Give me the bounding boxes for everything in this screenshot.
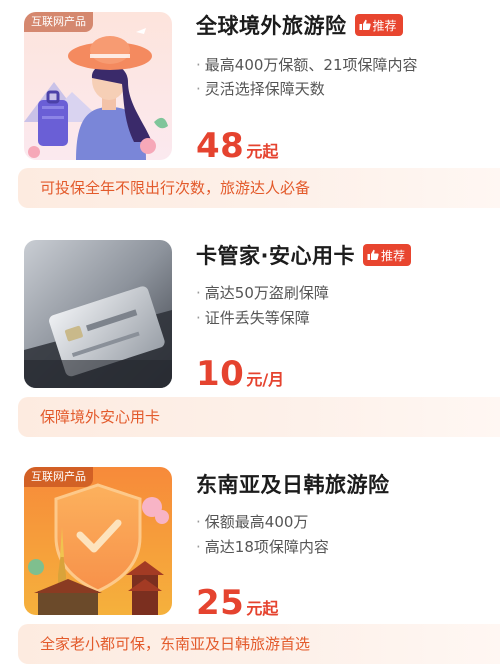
feature-text: 证件丢失等保障 [204,309,310,327]
shield-temple-illustration [24,467,172,615]
product-slogan: 全家老小都可保，东南亚及日韩旅游首选 [18,624,500,664]
product-title[interactable]: 东南亚及日韩旅游险 [196,469,390,499]
price-amount: 48 [196,126,245,166]
feature-text: 灵活选择保障天数 [204,80,325,98]
price-amount: 10 [196,354,245,394]
feature-text: 保额最高400万 [204,513,309,531]
feature-text: 高达18项保障内容 [204,538,329,556]
price-unit: 元起 [246,142,279,161]
badge-label: 推荐 [372,18,397,33]
product-slogan: 保障境外安心用卡 [18,397,500,437]
feature-item: · 高达18项保障内容 [196,535,329,559]
product-title[interactable]: 卡管家·安心用卡 [196,240,355,270]
feature-item: · 高达50万盗刷保障 [196,281,329,305]
feature-item: · 最高400万保额、21项保障内容 [196,53,418,77]
title-row: 全球境外旅游险 推荐 [196,10,403,40]
title-row: 东南亚及日韩旅游险 [196,469,390,499]
product-image-card-guard[interactable] [24,240,172,388]
thumbs-up-icon [367,249,379,260]
price: 25 元起 [196,583,278,623]
bullet: · [196,80,201,98]
bullet: · [196,284,201,302]
credit-card-illustration [24,240,172,388]
product-title[interactable]: 全球境外旅游险 [196,10,347,40]
product-tag: 互联网产品 [24,12,93,32]
title-row: 卡管家·安心用卡 推荐 [196,240,411,270]
traveler-illustration [24,12,172,160]
feature-text: 最高400万保额、21项保障内容 [204,56,418,74]
bullet: · [196,513,201,531]
product-image-global-travel[interactable]: 互联网产品 [24,12,172,160]
price-unit: 元/月 [246,370,285,389]
bullet: · [196,309,201,327]
price-unit: 元起 [246,599,279,618]
feature-item: · 保额最高400万 [196,510,308,534]
feature-item: · 灵活选择保障天数 [196,77,325,101]
price: 10 元/月 [196,354,284,394]
feature-item: · 证件丢失等保障 [196,306,310,330]
bullet: · [196,56,201,74]
feature-text: 高达50万盗刷保障 [204,284,329,302]
price: 48 元起 [196,126,278,166]
price-amount: 25 [196,583,245,623]
recommend-badge: 推荐 [362,244,411,266]
recommend-badge: 推荐 [354,14,403,36]
product-image-sea-jk-travel[interactable]: 互联网产品 [24,467,172,615]
product-tag: 互联网产品 [24,467,93,487]
thumbs-up-icon [359,19,371,30]
badge-label: 推荐 [380,248,405,263]
product-slogan: 可投保全年不限出行次数，旅游达人必备 [18,168,500,208]
bullet: · [196,538,201,556]
